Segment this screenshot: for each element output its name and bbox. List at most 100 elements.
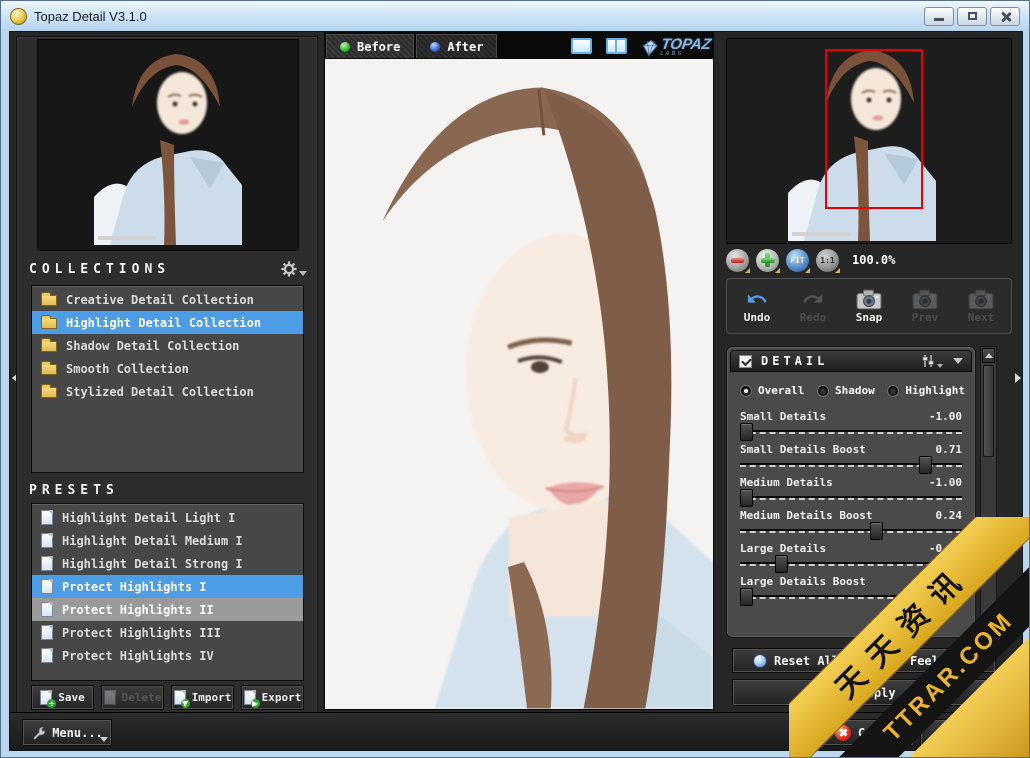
preset-item-label: Highlight Detail Medium I xyxy=(62,534,243,548)
minimize-button[interactable] xyxy=(924,7,954,26)
tab-before-label: Before xyxy=(357,40,400,54)
detail-panel-title: DETAIL xyxy=(761,354,828,368)
logo-text: TOPAZ xyxy=(660,38,711,51)
reset-all-button[interactable]: Reset All xyxy=(732,648,860,673)
radio-shadow[interactable]: Shadow xyxy=(817,384,875,397)
radio-dot-icon xyxy=(740,385,752,397)
collection-item-selected[interactable]: Highlight Detail Collection xyxy=(32,311,303,334)
preset-item[interactable]: Highlight Detail Strong I xyxy=(32,552,303,575)
menu-button[interactable]: Menu... xyxy=(22,719,112,746)
slider-value: -1.00 xyxy=(929,410,962,423)
collection-item[interactable]: Smooth Collection xyxy=(32,357,303,380)
slider-track[interactable] xyxy=(740,528,962,536)
left-panel: COLLECTIONS Creative Detail Collection H… xyxy=(16,36,318,714)
collapse-right-panel-arrow[interactable] xyxy=(1013,366,1022,390)
slider-track[interactable] xyxy=(740,561,962,569)
export-button[interactable]: ▶ Export xyxy=(241,685,304,710)
slider-track[interactable] xyxy=(740,594,962,602)
camera-icon xyxy=(856,288,882,310)
zoom-in-button[interactable] xyxy=(756,249,779,272)
slider-handle[interactable] xyxy=(870,522,883,540)
presets-list: Highlight Detail Light I Highlight Detai… xyxy=(31,503,304,681)
collection-item[interactable]: Creative Detail Collection xyxy=(32,288,303,311)
slider-track[interactable] xyxy=(740,462,962,470)
detail-mode-radios: Overall Shadow Highlight xyxy=(740,384,965,397)
preset-item[interactable]: Protect Highlights IV xyxy=(32,644,303,667)
triangle-up-icon xyxy=(985,353,993,358)
slider-track[interactable] xyxy=(740,495,962,503)
scroll-up-button[interactable] xyxy=(982,348,995,363)
delete-button-label: Delete xyxy=(122,691,162,704)
menu-label: Menu... xyxy=(52,726,103,740)
tab-before[interactable]: Before xyxy=(326,34,414,58)
import-button[interactable]: ▼ Import xyxy=(171,685,234,710)
topaz-detail-window: Topaz Detail V3.1.0 COLLECTIONS xyxy=(0,0,1030,758)
preset-buttons-row: + Save Delete ▼ Import ▶ Export xyxy=(31,685,304,710)
main-preview-image[interactable] xyxy=(324,58,714,710)
preset-item[interactable]: Highlight Detail Medium I xyxy=(32,529,303,552)
slider-handle[interactable] xyxy=(919,456,932,474)
next-label: Next xyxy=(968,311,995,324)
detail-enabled-checkbox[interactable] xyxy=(739,355,752,368)
slider-label: Large Details xyxy=(740,542,826,555)
split-view-icon[interactable] xyxy=(606,38,627,54)
slider-label: Small Details xyxy=(740,410,826,423)
diamond-icon xyxy=(639,39,660,57)
preset-item-hovered[interactable]: Protect Highlights II xyxy=(32,598,303,621)
collapse-panel-icon[interactable] xyxy=(953,358,963,364)
before-dot-icon xyxy=(340,42,350,52)
navigator-view-rectangle[interactable] xyxy=(825,49,923,209)
tab-after[interactable]: After xyxy=(416,34,497,58)
close-icon xyxy=(1000,11,1011,22)
folder-icon xyxy=(41,295,57,306)
window-title: Topaz Detail V3.1.0 xyxy=(34,9,147,24)
maximize-icon xyxy=(968,12,977,20)
single-view-icon[interactable] xyxy=(571,38,592,54)
save-button[interactable]: + Save xyxy=(31,685,94,710)
zoom-100-button[interactable]: 1:1 xyxy=(816,249,839,272)
minimize-icon xyxy=(934,18,944,21)
preset-item[interactable]: Highlight Detail Light I xyxy=(32,506,303,529)
delete-button: Delete xyxy=(101,685,164,710)
slider-handle[interactable] xyxy=(740,588,753,606)
collections-menu-button[interactable] xyxy=(281,261,307,277)
slider-track[interactable] xyxy=(740,429,962,437)
slider-handle[interactable] xyxy=(740,423,753,441)
slider-value: 0.71 xyxy=(936,443,963,456)
titlebar[interactable]: Topaz Detail V3.1.0 xyxy=(1,1,1029,31)
prev-label: Prev xyxy=(912,311,939,324)
close-button[interactable] xyxy=(990,7,1020,26)
export-page-icon: ▶ xyxy=(244,690,256,705)
zoom-out-button[interactable] xyxy=(726,249,749,272)
preview-tabbar: Before After TOPAZ LABS xyxy=(324,32,714,58)
slider-handle[interactable] xyxy=(774,555,787,573)
detail-settings-button[interactable] xyxy=(920,354,943,368)
radio-overall[interactable]: Overall xyxy=(740,384,804,397)
scrollbar-thumb[interactable] xyxy=(983,365,994,457)
scroll-down-button[interactable] xyxy=(982,621,995,636)
slider-small-details-boost: Small Details Boost 0.71 xyxy=(740,443,962,476)
undo-button[interactable]: Undo xyxy=(729,282,785,330)
maximize-button[interactable] xyxy=(957,7,987,26)
snap-button[interactable]: Snap xyxy=(841,282,897,330)
apply-button[interactable]: Apply xyxy=(732,679,996,706)
radio-highlight[interactable]: Highlight xyxy=(887,384,965,397)
camera-next-icon xyxy=(968,288,994,310)
radio-highlight-label: Highlight xyxy=(905,384,965,397)
preset-item-selected[interactable]: Protect Highlights I xyxy=(32,575,303,598)
detail-scrollbar[interactable] xyxy=(980,346,997,638)
collection-item[interactable]: Stylized Detail Collection xyxy=(32,380,303,403)
i-feel-lucky-button[interactable]: I Feel Lucky! xyxy=(866,648,996,673)
zoom-fit-button[interactable]: FIT xyxy=(786,249,809,272)
collections-header-label: COLLECTIONS xyxy=(29,262,170,277)
slider-medium-details-boost: Medium Details Boost 0.24 xyxy=(740,509,962,542)
radio-shadow-label: Shadow xyxy=(835,384,875,397)
cancel-label: Cancel xyxy=(858,726,901,740)
slider-handle[interactable] xyxy=(740,489,753,507)
detail-panel-header[interactable]: DETAIL xyxy=(730,350,972,372)
collection-item[interactable]: Shadow Detail Collection xyxy=(32,334,303,357)
cancel-button[interactable]: Cancel xyxy=(822,719,914,746)
ok-button[interactable] xyxy=(920,719,1012,746)
preset-item[interactable]: Protect Highlights III xyxy=(32,621,303,644)
preset-item-label: Highlight Detail Light I xyxy=(62,511,235,525)
